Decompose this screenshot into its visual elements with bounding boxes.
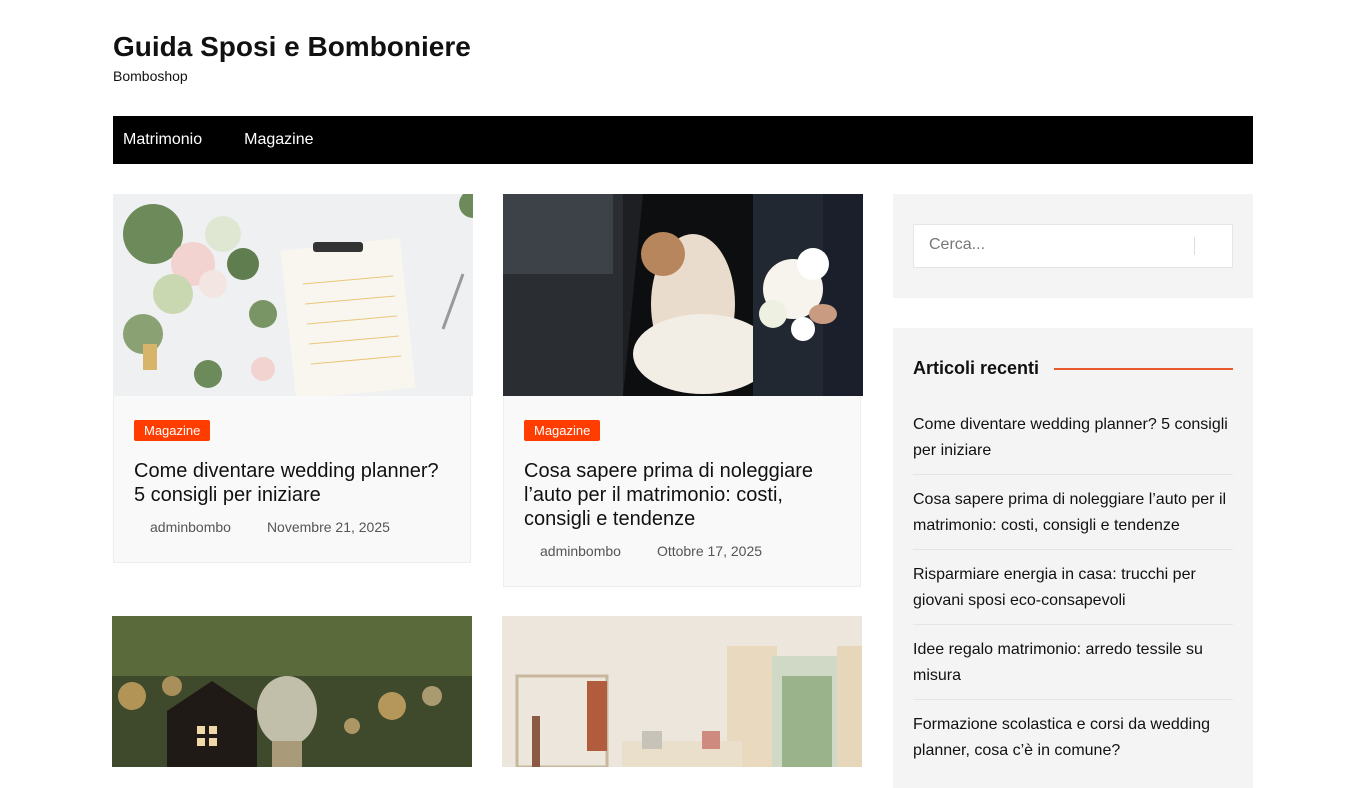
widget-title-line: [1054, 367, 1233, 370]
category-badge[interactable]: Magazine: [524, 420, 601, 441]
recent-post-link[interactable]: Come diventare wedding planner? 5 consig…: [913, 410, 1233, 475]
search-widget: [893, 194, 1253, 298]
post-thumbnail-energy-bulb[interactable]: [112, 616, 472, 767]
post-thumbnail-living-room[interactable]: [502, 616, 862, 767]
recent-post-link[interactable]: Idee regalo matrimonio: arredo tessile s…: [913, 635, 1233, 700]
search-divider: [1194, 237, 1195, 255]
post-card: Magazine Come diventare wedding planner?…: [113, 194, 473, 563]
widget-title-row: Articoli recenti: [913, 358, 1233, 379]
site-title[interactable]: Guida Sposi e Bomboniere: [113, 30, 471, 64]
search-form: [913, 224, 1233, 268]
widget-title: Articoli recenti: [913, 358, 1040, 378]
post-meta: adminbombo Novembre 21, 2025: [134, 519, 450, 535]
nav-item-magazine[interactable]: Magazine: [234, 131, 323, 149]
recent-posts-list: Come diventare wedding planner? 5 consig…: [913, 410, 1233, 784]
category-badge[interactable]: Magazine: [134, 420, 211, 441]
site-tagline: Bomboshop: [113, 68, 188, 84]
recent-post-link[interactable]: Cosa sapere prima di noleggiare l’auto p…: [913, 485, 1233, 550]
post-thumbnail-wedding-car[interactable]: [503, 194, 863, 396]
search-button[interactable]: [1197, 225, 1233, 267]
recent-posts-widget: Articoli recenti Come diventare wedding …: [893, 328, 1253, 788]
nav-item-matrimonio[interactable]: Matrimonio: [113, 131, 212, 149]
post-card-body: Magazine Come diventare wedding planner?…: [114, 396, 470, 559]
post-card: Magazine Cosa sapere prima di noleggiare…: [503, 194, 863, 587]
post-meta: adminbombo Ottobre 17, 2025: [524, 543, 840, 559]
post-date[interactable]: Ottobre 17, 2025: [657, 543, 762, 559]
post-author[interactable]: adminbombo: [540, 543, 621, 559]
post-date[interactable]: Novembre 21, 2025: [267, 519, 390, 535]
main-nav: Matrimonio Magazine: [113, 116, 1253, 164]
site-header: Guida Sposi e Bomboniere Bomboshop: [113, 30, 471, 84]
search-input[interactable]: [914, 225, 1204, 265]
post-title[interactable]: Come diventare wedding planner? 5 consig…: [134, 459, 450, 507]
recent-post-link[interactable]: Risparmiare energia in casa: trucchi per…: [913, 560, 1233, 625]
post-thumbnail-wedding-checklist[interactable]: [113, 194, 473, 396]
recent-post-link[interactable]: Formazione scolastica e corsi da wedding…: [913, 710, 1233, 774]
post-author[interactable]: adminbombo: [150, 519, 231, 535]
post-title[interactable]: Cosa sapere prima di noleggiare l’auto p…: [524, 459, 840, 531]
post-card-body: Magazine Cosa sapere prima di noleggiare…: [504, 396, 860, 583]
